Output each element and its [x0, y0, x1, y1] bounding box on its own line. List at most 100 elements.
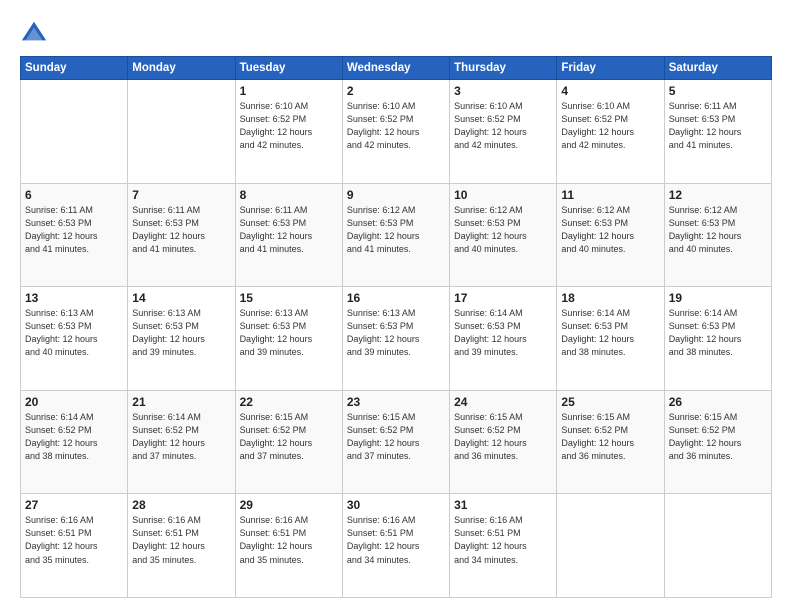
calendar-cell: 16Sunrise: 6:13 AM Sunset: 6:53 PM Dayli…: [342, 287, 449, 391]
day-number: 30: [347, 498, 445, 512]
calendar-cell: 14 Sunrise: 6:13 AM Sunset: 6:53 PM Dayli…: [128, 287, 235, 391]
day-info: Sunrise: 6:16 AM Sunset: 6:51 PM Dayligh…: [454, 514, 552, 566]
day-number: 26: [669, 395, 767, 409]
weekday-header-row: SundayMondayTuesdayWednesdayThursdayFrid…: [21, 57, 772, 80]
day-number: 2: [347, 84, 445, 98]
day-info: Sunrise: 6:14 AM Sunset: 6:53 PM Dayligh…: [454, 307, 552, 359]
calendar-cell: 22Sunrise: 6:15 AM Sunset: 6:52 PM Dayli…: [235, 390, 342, 494]
weekday-header-saturday: Saturday: [664, 57, 771, 80]
day-number: 11: [561, 188, 659, 202]
day-number: 21: [132, 395, 230, 409]
day-info: Sunrise: 6:11 AM Sunset: 6:53 PM Dayligh…: [669, 100, 767, 152]
calendar-cell: 13Sunrise: 6:13 AM Sunset: 6:53 PM Dayli…: [21, 287, 128, 391]
weekday-header-monday: Monday: [128, 57, 235, 80]
day-number: 24: [454, 395, 552, 409]
day-info: Sunrise: 6:10 AM Sunset: 6:52 PM Dayligh…: [561, 100, 659, 152]
day-info: Sunrise: 6:10 AM Sunset: 6:52 PM Dayligh…: [454, 100, 552, 152]
calendar-cell: 1 Sunrise: 6:10 AM Sunset: 6:52 PM Daylig…: [235, 80, 342, 184]
day-number: 17: [454, 291, 552, 305]
calendar-cell: 11 Sunrise: 6:12 AM Sunset: 6:53 PM Dayli…: [557, 183, 664, 287]
day-number: 14: [132, 291, 230, 305]
day-info: Sunrise: 6:12 AM Sunset: 6:53 PM Dayligh…: [561, 204, 659, 256]
day-number: 22: [240, 395, 338, 409]
day-info: Sunrise: 6:15 AM Sunset: 6:52 PM Dayligh…: [669, 411, 767, 463]
day-number: 4: [561, 84, 659, 98]
day-number: 10: [454, 188, 552, 202]
day-number: 18: [561, 291, 659, 305]
day-info: Sunrise: 6:11 AM Sunset: 6:53 PM Dayligh…: [132, 204, 230, 256]
day-number: 23: [347, 395, 445, 409]
calendar-cell: 23 Sunrise: 6:15 AM Sunset: 6:52 PM Dayli…: [342, 390, 449, 494]
calendar-cell: 24 Sunrise: 6:15 AM Sunset: 6:52 PM Dayli…: [450, 390, 557, 494]
calendar-cell: 18 Sunrise: 6:14 AM Sunset: 6:53 PM Dayli…: [557, 287, 664, 391]
day-info: Sunrise: 6:12 AM Sunset: 6:53 PM Dayligh…: [347, 204, 445, 256]
calendar-cell: 3Sunrise: 6:10 AM Sunset: 6:52 PM Daylig…: [450, 80, 557, 184]
weekday-header-sunday: Sunday: [21, 57, 128, 80]
calendar-cell: 25Sunrise: 6:15 AM Sunset: 6:52 PM Dayli…: [557, 390, 664, 494]
day-info: Sunrise: 6:13 AM Sunset: 6:53 PM Dayligh…: [240, 307, 338, 359]
page: SundayMondayTuesdayWednesdayThursdayFrid…: [0, 0, 792, 612]
calendar-cell: 9 Sunrise: 6:12 AM Sunset: 6:53 PM Daylig…: [342, 183, 449, 287]
day-info: Sunrise: 6:11 AM Sunset: 6:53 PM Dayligh…: [25, 204, 123, 256]
calendar-cell: [664, 494, 771, 598]
day-number: 15: [240, 291, 338, 305]
calendar-cell: [557, 494, 664, 598]
day-info: Sunrise: 6:10 AM Sunset: 6:52 PM Dayligh…: [240, 100, 338, 152]
day-info: Sunrise: 6:15 AM Sunset: 6:52 PM Dayligh…: [347, 411, 445, 463]
day-info: Sunrise: 6:12 AM Sunset: 6:53 PM Dayligh…: [454, 204, 552, 256]
calendar-cell: 19 Sunrise: 6:14 AM Sunset: 6:53 PM Dayli…: [664, 287, 771, 391]
day-number: 12: [669, 188, 767, 202]
day-number: 20: [25, 395, 123, 409]
day-info: Sunrise: 6:14 AM Sunset: 6:52 PM Dayligh…: [132, 411, 230, 463]
day-info: Sunrise: 6:14 AM Sunset: 6:53 PM Dayligh…: [561, 307, 659, 359]
calendar-cell: 8Sunrise: 6:11 AM Sunset: 6:53 PM Daylig…: [235, 183, 342, 287]
day-number: 6: [25, 188, 123, 202]
day-number: 9: [347, 188, 445, 202]
calendar-cell: 7Sunrise: 6:11 AM Sunset: 6:53 PM Daylig…: [128, 183, 235, 287]
calendar-cell: 20Sunrise: 6:14 AM Sunset: 6:52 PM Dayli…: [21, 390, 128, 494]
calendar-cell: 10 Sunrise: 6:12 AM Sunset: 6:53 PM Dayli…: [450, 183, 557, 287]
header: [20, 18, 772, 46]
weekday-header-thursday: Thursday: [450, 57, 557, 80]
day-info: Sunrise: 6:16 AM Sunset: 6:51 PM Dayligh…: [240, 514, 338, 566]
calendar-cell: 27Sunrise: 6:16 AM Sunset: 6:51 PM Dayli…: [21, 494, 128, 598]
calendar-cell: 30 Sunrise: 6:16 AM Sunset: 6:51 PM Dayli…: [342, 494, 449, 598]
calendar-cell: 12Sunrise: 6:12 AM Sunset: 6:53 PM Dayli…: [664, 183, 771, 287]
logo: [20, 18, 52, 46]
day-info: Sunrise: 6:16 AM Sunset: 6:51 PM Dayligh…: [132, 514, 230, 566]
day-number: 25: [561, 395, 659, 409]
calendar-cell: [21, 80, 128, 184]
weekday-header-wednesday: Wednesday: [342, 57, 449, 80]
weekday-header-tuesday: Tuesday: [235, 57, 342, 80]
calendar-week-row: 20 Sunrise: 6:14 AM Sunset: 6:52 PM Dayli…: [21, 390, 772, 494]
day-number: 8: [240, 188, 338, 202]
calendar-cell: 2Sunrise: 6:10 AM Sunset: 6:52 PM Daylig…: [342, 80, 449, 184]
day-info: Sunrise: 6:13 AM Sunset: 6:53 PM Dayligh…: [132, 307, 230, 359]
logo-icon: [20, 18, 48, 46]
calendar-cell: 31 Sunrise: 6:16 AM Sunset: 6:51 PM Dayli…: [450, 494, 557, 598]
day-info: Sunrise: 6:16 AM Sunset: 6:51 PM Dayligh…: [25, 514, 123, 566]
calendar-cell: 28 Sunrise: 6:16 AM Sunset: 6:51 PM Dayli…: [128, 494, 235, 598]
day-number: 19: [669, 291, 767, 305]
calendar-cell: 26 Sunrise: 6:15 AM Sunset: 6:52 PM Dayli…: [664, 390, 771, 494]
calendar-cell: 17 Sunrise: 6:14 AM Sunset: 6:53 PM Dayli…: [450, 287, 557, 391]
day-info: Sunrise: 6:14 AM Sunset: 6:53 PM Dayligh…: [669, 307, 767, 359]
day-info: Sunrise: 6:16 AM Sunset: 6:51 PM Dayligh…: [347, 514, 445, 566]
weekday-header-friday: Friday: [557, 57, 664, 80]
calendar-cell: 15 Sunrise: 6:13 AM Sunset: 6:53 PM Dayli…: [235, 287, 342, 391]
calendar-cell: 21 Sunrise: 6:14 AM Sunset: 6:52 PM Dayli…: [128, 390, 235, 494]
day-number: 5: [669, 84, 767, 98]
calendar-table: SundayMondayTuesdayWednesdayThursdayFrid…: [20, 56, 772, 598]
day-number: 29: [240, 498, 338, 512]
calendar-week-row: 13Sunrise: 6:13 AM Sunset: 6:53 PM Dayli…: [21, 287, 772, 391]
calendar-cell: 6 Sunrise: 6:11 AM Sunset: 6:53 PM Daylig…: [21, 183, 128, 287]
day-number: 1: [240, 84, 338, 98]
calendar-cell: 29 Sunrise: 6:16 AM Sunset: 6:51 PM Dayli…: [235, 494, 342, 598]
day-number: 16: [347, 291, 445, 305]
day-number: 31: [454, 498, 552, 512]
day-info: Sunrise: 6:15 AM Sunset: 6:52 PM Dayligh…: [454, 411, 552, 463]
calendar-week-row: 6 Sunrise: 6:11 AM Sunset: 6:53 PM Daylig…: [21, 183, 772, 287]
calendar-cell: 5 Sunrise: 6:11 AM Sunset: 6:53 PM Daylig…: [664, 80, 771, 184]
calendar-cell: 4 Sunrise: 6:10 AM Sunset: 6:52 PM Daylig…: [557, 80, 664, 184]
day-number: 28: [132, 498, 230, 512]
